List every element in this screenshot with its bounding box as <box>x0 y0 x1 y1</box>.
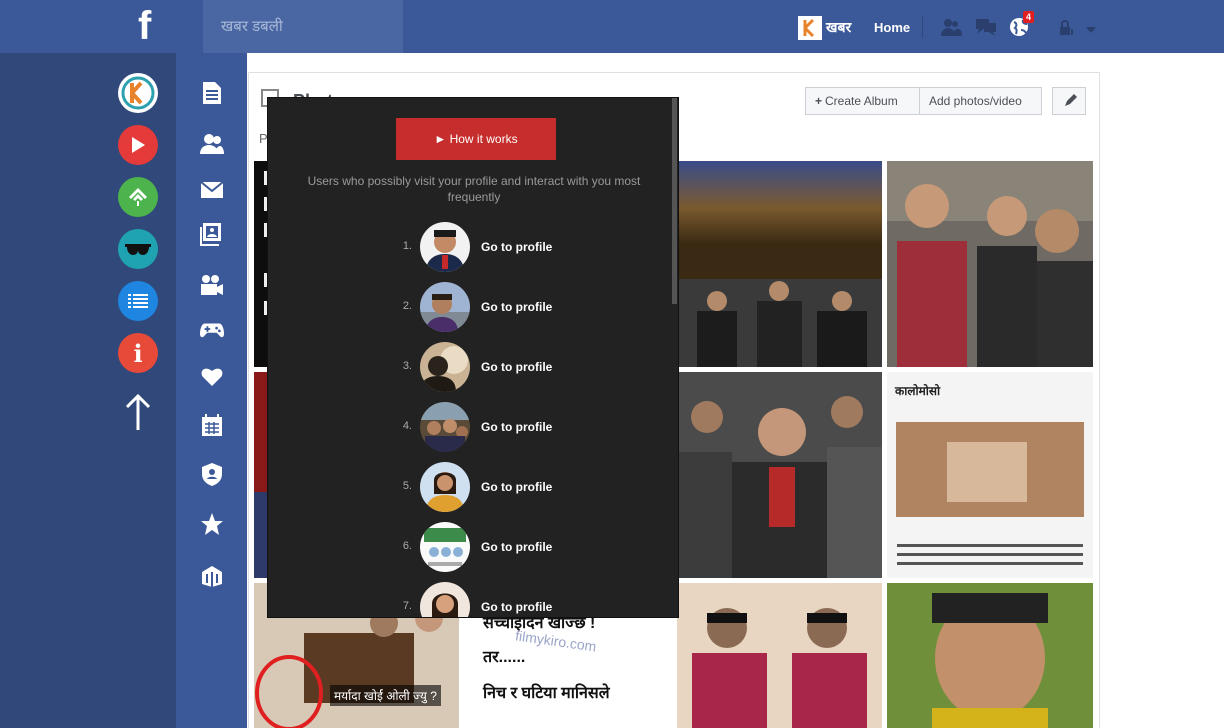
notification-badge: 4 <box>1023 11 1035 23</box>
photo-tile[interactable] <box>887 161 1093 367</box>
create-album-label: Create Album <box>825 94 898 108</box>
edit-pencil-button[interactable] <box>1052 87 1086 115</box>
messages-envelope-icon[interactable] <box>200 178 224 202</box>
photo-tile[interactable]: कालोमोसो <box>887 372 1093 578</box>
nav-divider <box>922 16 923 38</box>
chevron-down-icon[interactable] <box>1085 22 1097 33</box>
profile-row: 4. Go to profile <box>398 402 598 452</box>
list-icon[interactable] <box>118 281 158 321</box>
khabar-avatar[interactable] <box>798 16 822 40</box>
profile-row: 7. Go to profile <box>398 582 598 617</box>
kk-app-icon[interactable] <box>118 73 158 113</box>
profile-row: 2. Go to profile <box>398 282 598 332</box>
plus-icon: + <box>815 94 823 108</box>
profile-rank: 5. <box>402 480 412 492</box>
top-bar: f खबर डबली खबर Home 4 <box>0 0 1224 53</box>
popup-scrollbar[interactable] <box>672 98 677 304</box>
sunglasses-icon[interactable] <box>118 229 158 269</box>
go-to-profile-link[interactable]: Go to profile <box>481 360 552 374</box>
profile-row: 6. Go to profile <box>398 522 598 572</box>
create-album-button[interactable]: + Create Album <box>805 87 920 115</box>
avatar[interactable] <box>420 462 470 512</box>
article-title: कालोमोसो <box>895 384 941 398</box>
profile-row: 5. Go to profile <box>398 462 598 512</box>
profile-rank: 4. <box>402 420 412 432</box>
privacy-lock-icon[interactable] <box>1058 20 1074 36</box>
photo-tile[interactable] <box>677 583 882 728</box>
pencil-icon <box>1065 94 1077 106</box>
photo-tile[interactable] <box>677 161 882 367</box>
add-photos-button[interactable]: Add photos/video <box>919 87 1042 115</box>
groups-shield-icon[interactable] <box>200 462 224 486</box>
info-icon[interactable]: i <box>118 333 158 373</box>
avatar[interactable] <box>420 402 470 452</box>
profile-visitors-popup: ► How it works Users who possibly visit … <box>267 97 679 618</box>
go-to-profile-link[interactable]: Go to profile <box>481 420 552 434</box>
go-to-profile-link[interactable]: Go to profile <box>481 240 552 254</box>
photos-icon[interactable] <box>200 222 224 246</box>
messages-icon[interactable] <box>975 16 997 38</box>
profile-rank: 2. <box>402 300 412 312</box>
games-controller-icon[interactable] <box>200 318 224 342</box>
facebook-logo-icon[interactable]: f <box>138 6 164 46</box>
go-to-profile-link[interactable]: Go to profile <box>481 600 552 614</box>
heart-icon[interactable] <box>200 365 224 389</box>
youtube-icon[interactable] <box>118 125 158 165</box>
profile-rank: 7. <box>402 600 412 612</box>
profile-rank: 3. <box>402 360 412 372</box>
go-to-profile-link[interactable]: Go to profile <box>481 480 552 494</box>
friend-requests-icon[interactable] <box>940 16 962 38</box>
quote-line-3: निच र घटिया मानिसले <box>483 685 610 702</box>
video-icon[interactable] <box>200 273 224 297</box>
events-calendar-icon[interactable] <box>200 413 224 437</box>
avatar[interactable] <box>420 582 470 617</box>
photo-tile[interactable] <box>677 372 882 578</box>
go-to-profile-link[interactable]: Go to profile <box>481 300 552 314</box>
photo-tile[interactable] <box>887 583 1093 728</box>
pages-icon[interactable] <box>200 564 224 588</box>
avatar[interactable] <box>420 522 470 572</box>
home-link[interactable]: Home <box>874 20 910 35</box>
go-to-profile-link[interactable]: Go to profile <box>481 540 552 554</box>
search-input[interactable]: खबर डबली <box>203 0 403 53</box>
photo-caption: मर्यादा खोर्ई ओली ज्यु ? <box>330 685 441 706</box>
popup-description: Users who possibly visit your profile an… <box>307 174 641 204</box>
friends-icon[interactable] <box>200 132 224 156</box>
how-it-works-button[interactable]: ► How it works <box>396 118 556 160</box>
profile-name-link[interactable]: खबर <box>826 18 851 37</box>
feedly-icon[interactable] <box>118 177 158 217</box>
favorites-star-icon[interactable] <box>200 512 224 536</box>
news-feed-icon[interactable] <box>200 81 224 105</box>
avatar[interactable] <box>420 342 470 392</box>
quote-line-2: तर...... <box>483 649 526 666</box>
profile-row: 1. Go to profile <box>398 222 598 272</box>
avatar[interactable] <box>420 282 470 332</box>
avatar[interactable] <box>420 222 470 272</box>
profile-row: 3. Go to profile <box>398 342 598 392</box>
scroll-up-arrow-icon[interactable] <box>118 392 158 432</box>
profile-rank: 6. <box>402 540 412 552</box>
profile-rank: 1. <box>402 240 412 252</box>
